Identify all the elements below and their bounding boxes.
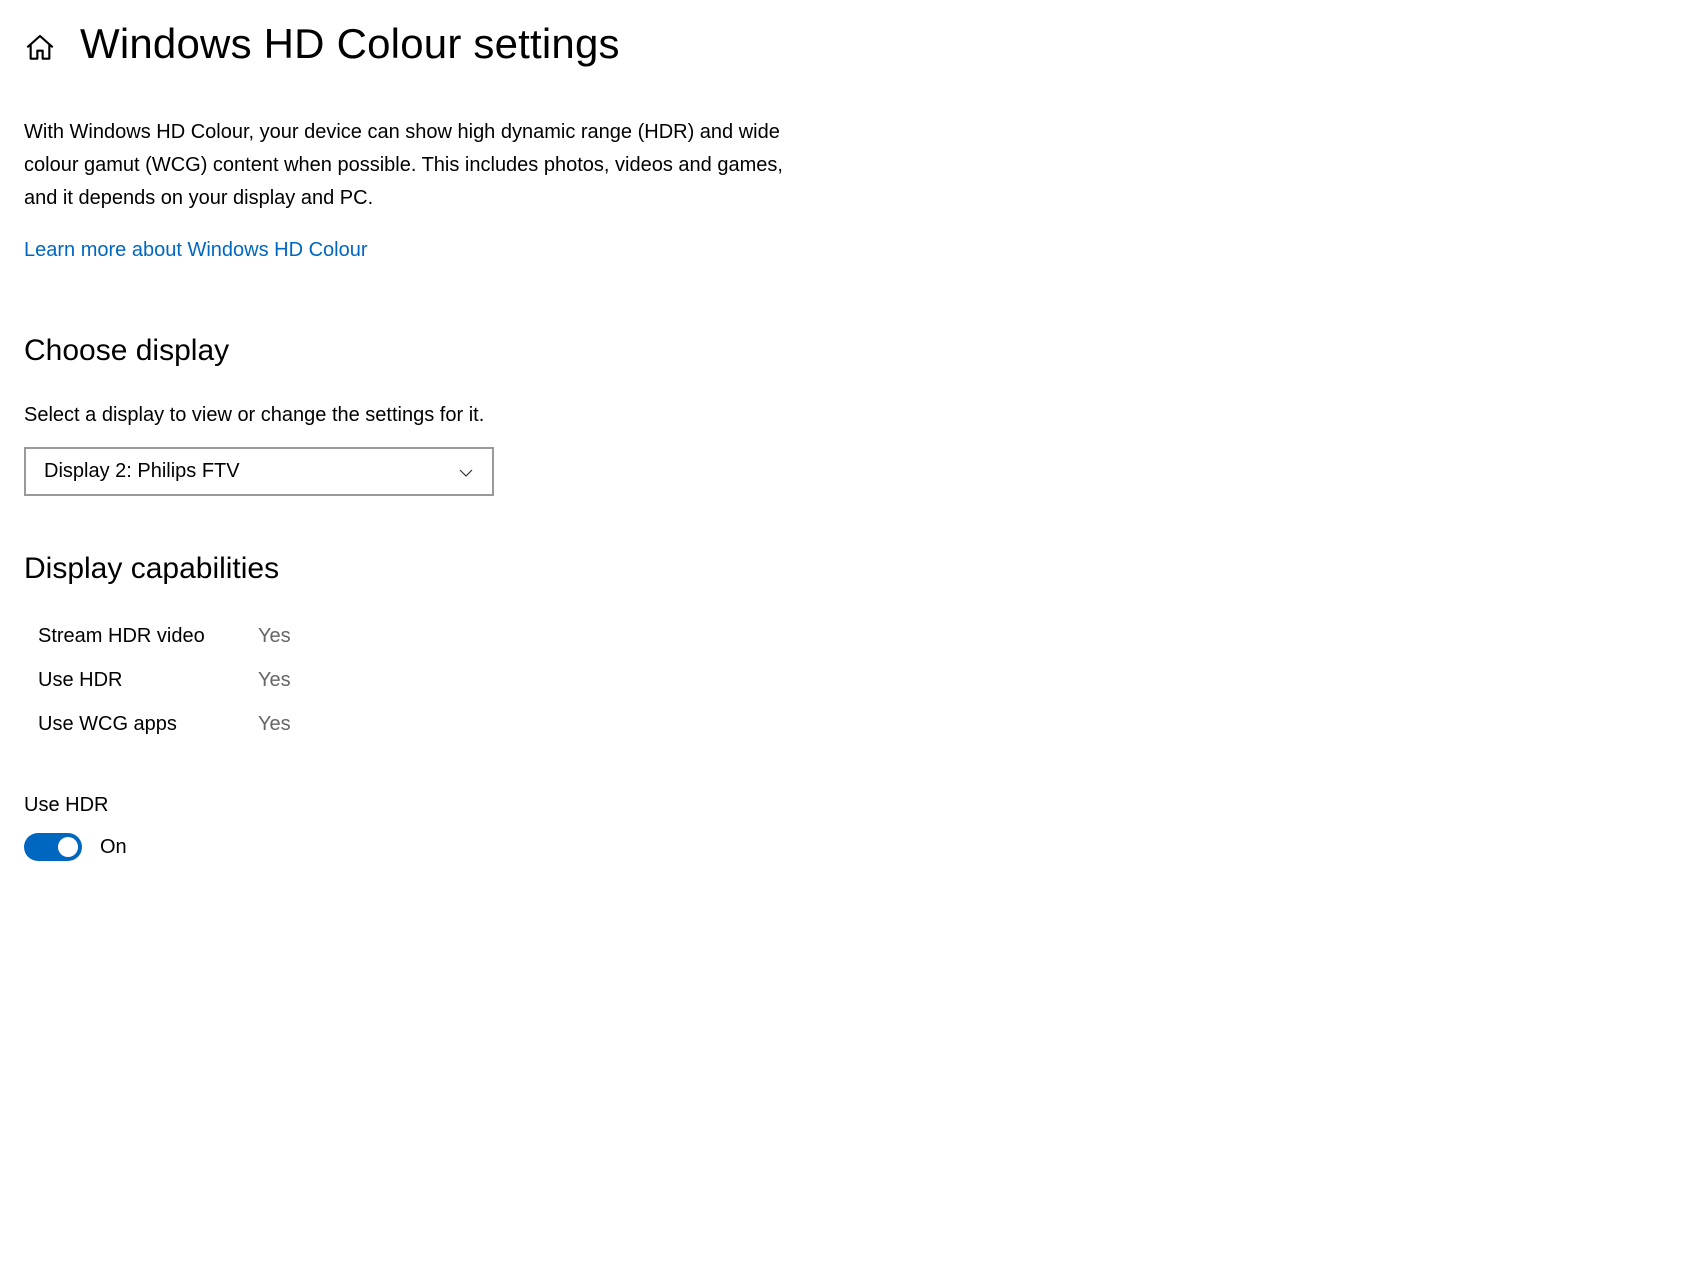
choose-display-subtext: Select a display to view or change the s… bbox=[24, 404, 1683, 427]
table-row: Stream HDR video Yes bbox=[38, 614, 1683, 658]
display-select[interactable]: Display 2: Philips FTV bbox=[24, 447, 494, 496]
capability-value: Yes bbox=[258, 658, 291, 702]
capabilities-table: Stream HDR video Yes Use HDR Yes Use WCG… bbox=[38, 614, 1683, 746]
use-hdr-toggle[interactable] bbox=[24, 833, 82, 861]
page-title: Windows HD Colour settings bbox=[80, 20, 620, 68]
display-capabilities-heading: Display capabilities bbox=[24, 552, 1683, 586]
choose-display-heading: Choose display bbox=[24, 334, 1683, 368]
toggle-knob bbox=[58, 837, 78, 857]
chevron-down-icon bbox=[458, 464, 474, 480]
capability-value: Yes bbox=[258, 614, 291, 658]
display-select-value: Display 2: Philips FTV bbox=[44, 460, 240, 483]
table-row: Use HDR Yes bbox=[38, 658, 1683, 702]
home-icon[interactable] bbox=[24, 32, 56, 64]
capability-label: Use HDR bbox=[38, 658, 258, 702]
capability-value: Yes bbox=[258, 702, 291, 746]
learn-more-link[interactable]: Learn more about Windows HD Colour bbox=[24, 239, 368, 262]
capability-label: Stream HDR video bbox=[38, 614, 258, 658]
capability-label: Use WCG apps bbox=[38, 702, 258, 746]
use-hdr-label: Use HDR bbox=[24, 794, 1683, 817]
table-row: Use WCG apps Yes bbox=[38, 702, 1683, 746]
use-hdr-state: On bbox=[100, 836, 127, 859]
page-description: With Windows HD Colour, your device can … bbox=[24, 116, 784, 215]
